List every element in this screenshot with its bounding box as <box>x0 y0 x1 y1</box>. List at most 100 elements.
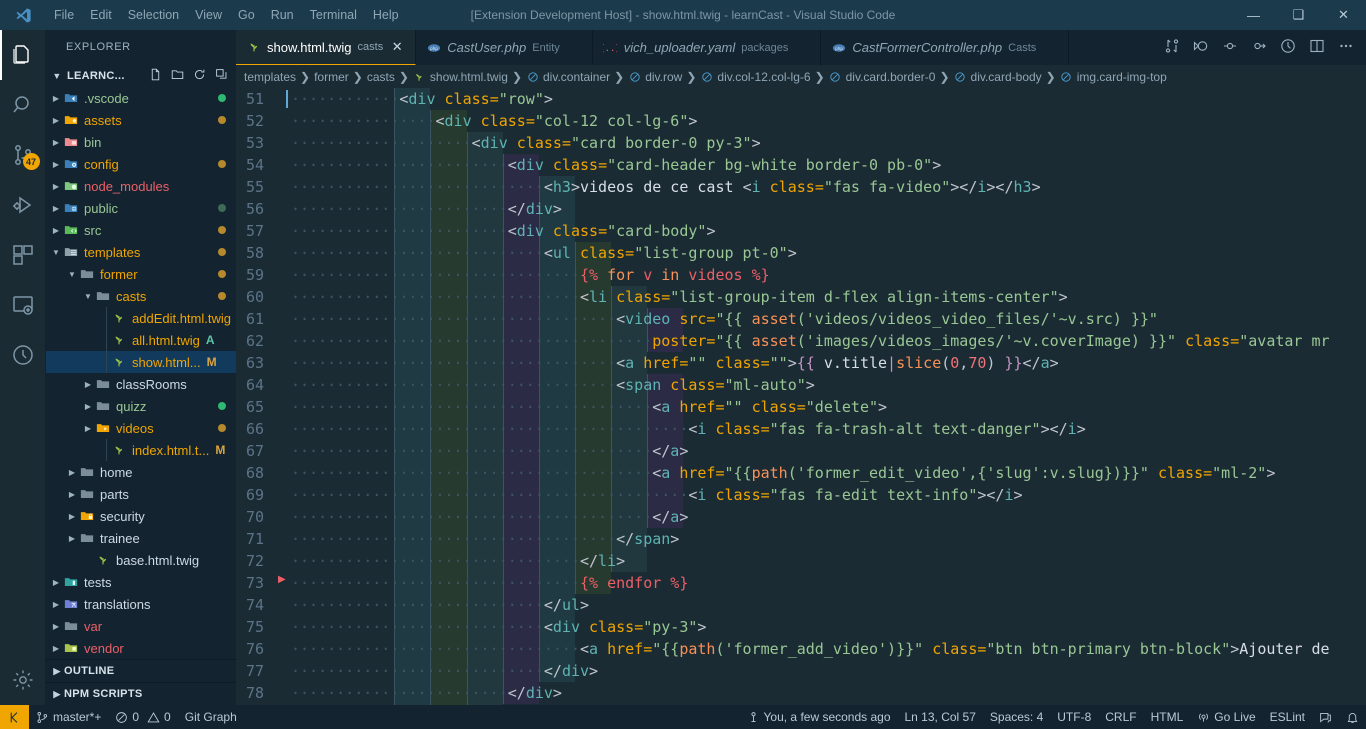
new-folder-icon[interactable] <box>171 68 184 84</box>
tree-item-trainee[interactable]: ▶ trainee <box>46 527 236 549</box>
breadcrumb-item-div-container[interactable]: div.container <box>526 70 610 84</box>
code-line[interactable]: 64 ····································<s… <box>236 374 1366 396</box>
menu-bar[interactable]: File Edit Selection View Go Run Terminal… <box>46 0 407 30</box>
remote-indicator[interactable] <box>0 705 29 729</box>
code-line[interactable]: 53 ····················<div class="card b… <box>236 132 1366 154</box>
menu-selection[interactable]: Selection <box>120 0 187 30</box>
tree-item-classrooms[interactable]: ▶ classRooms <box>46 373 236 395</box>
cursor-position[interactable]: Ln 13, Col 57 <box>898 705 983 729</box>
breadcrumb-item-former[interactable]: former <box>314 70 349 84</box>
editor-toolbar[interactable] <box>1152 30 1366 65</box>
code-line[interactable]: 78 ························</div> <box>236 682 1366 704</box>
activity-test-icon[interactable] <box>0 330 46 380</box>
code-line[interactable]: 65 ······································… <box>236 396 1366 418</box>
code-line[interactable]: 61 ····································<v… <box>236 308 1366 330</box>
explorer-project-header[interactable]: ▼ LEARNC... <box>46 65 236 87</box>
code-content[interactable]: 51 ············<div class="row"> 52 ·······… <box>236 88 1366 705</box>
tree-item-bin[interactable]: ▶ bin <box>46 131 236 153</box>
breadcrumb-item-div-card-body[interactable]: div.card-body <box>954 70 1042 84</box>
activity-run-debug-icon[interactable] <box>0 180 46 230</box>
refresh-icon[interactable] <box>193 68 206 84</box>
tree-item-assets[interactable]: ▶ assets <box>46 109 236 131</box>
tree-item-config[interactable]: ▶ config <box>46 153 236 175</box>
tree-item-casts[interactable]: ▼ casts <box>46 285 236 307</box>
activity-source-control-icon[interactable]: 47 <box>0 130 46 180</box>
activity-explorer-icon[interactable] <box>0 30 46 80</box>
code-line[interactable]: 52 ················<div class="col-12 col… <box>236 110 1366 132</box>
tree-item-home[interactable]: ▶ home <box>46 461 236 483</box>
code-line[interactable]: 66 ······································… <box>236 418 1366 440</box>
language-mode[interactable]: HTML <box>1144 705 1191 729</box>
activity-settings-gear-icon[interactable] <box>0 655 46 705</box>
code-line[interactable]: 63 ····································<a… <box>236 352 1366 374</box>
tree-item-vendor[interactable]: ▶ vendor <box>46 637 236 659</box>
go-live-button[interactable]: Go Live <box>1190 705 1262 729</box>
split-editor-icon[interactable] <box>1309 38 1325 57</box>
breadcrumb-item-show-html-twig[interactable]: show.html.twig <box>413 70 508 84</box>
branch-indicator[interactable]: master*+ <box>29 705 108 729</box>
next-change-icon[interactable] <box>1251 38 1267 57</box>
code-line[interactable]: 72 ································</li> <box>236 550 1366 572</box>
maximize-button[interactable]: ❑ <box>1276 0 1321 30</box>
collapse-all-icon[interactable] <box>215 68 228 84</box>
code-line[interactable]: 79 ····················</div> <box>236 704 1366 705</box>
tree-item-parts[interactable]: ▶ parts <box>46 483 236 505</box>
code-line[interactable]: 71 ····································</… <box>236 528 1366 550</box>
git-graph-button[interactable]: Git Graph <box>178 705 244 729</box>
tree-item-former[interactable]: ▼ former <box>46 263 236 285</box>
breadcrumb-item-img-card-img-top[interactable]: img.card-img-top <box>1060 70 1167 84</box>
activity-search-icon[interactable] <box>0 80 46 130</box>
code-line[interactable]: 55 ····························<h3>videos… <box>236 176 1366 198</box>
code-line[interactable]: 58 ····························<ul class=… <box>236 242 1366 264</box>
editor-tab-castuser-php[interactable]: php CastUser.php Entity <box>416 30 593 65</box>
tree-item--vscode[interactable]: ▶ .vscode <box>46 87 236 109</box>
code-line[interactable]: 54 ························<div class="ca… <box>236 154 1366 176</box>
editor-tabs[interactable]: show.html.twig casts ✕ php CastUser.php Entit… <box>236 30 1070 65</box>
tree-item-index-html-t[interactable]: index.html.t... M <box>46 439 236 461</box>
code-line[interactable]: 69 ······································… <box>236 484 1366 506</box>
activity-remote-explorer-icon[interactable] <box>0 280 46 330</box>
eslint-indicator[interactable]: ESLint <box>1263 705 1312 729</box>
editor-tab-vich-uploader-yaml[interactable]: {..} vich_uploader.yaml packages <box>592 30 822 65</box>
tree-item-translations[interactable]: ▶ translations <box>46 593 236 615</box>
menu-file[interactable]: File <box>46 0 82 30</box>
window-controls[interactable]: — ❑ ✕ <box>1231 0 1366 30</box>
code-line[interactable]: 74 ····························</ul> <box>236 594 1366 616</box>
code-editor[interactable]: 51 ············<div class="row"> 52 ·······… <box>236 88 1366 705</box>
tree-item-quizz[interactable]: ▶ quizz <box>46 395 236 417</box>
breadcrumb[interactable]: templates ❯ former ❯ casts ❯ show.html.twig ❯ di… <box>236 65 1366 88</box>
tree-item-node-modules[interactable]: ▶ node_modules <box>46 175 236 197</box>
tree-item-videos[interactable]: ▶ videos <box>46 417 236 439</box>
breadcrumb-item-div-row[interactable]: div.row <box>628 70 682 84</box>
more-actions-icon[interactable] <box>1338 38 1354 57</box>
code-line[interactable]: 68 ······································… <box>236 462 1366 484</box>
code-line[interactable]: 73 ································{% end… <box>236 572 1366 594</box>
problems-indicator[interactable]: 0 0 <box>108 705 177 729</box>
tree-item-security[interactable]: ▶ security <box>46 505 236 527</box>
menu-edit[interactable]: Edit <box>82 0 120 30</box>
bell-icon[interactable] <box>1339 705 1366 729</box>
code-line[interactable]: 60 ································<li cl… <box>236 286 1366 308</box>
code-line[interactable]: 67 ······································… <box>236 440 1366 462</box>
encoding-setting[interactable]: UTF-8 <box>1050 705 1098 729</box>
file-tree[interactable]: ▶ .vscode ▶ assets ▶ bin ▶ config ▶ node_modules ▶… <box>46 87 236 659</box>
code-line[interactable]: 62 ······································… <box>236 330 1366 352</box>
tree-item-base-html-twig[interactable]: base.html.twig <box>46 549 236 571</box>
tree-item-public[interactable]: ▶ public <box>46 197 236 219</box>
git-blame-indicator[interactable]: You, a few seconds ago <box>740 705 898 729</box>
code-line[interactable]: 57 ························<div class="ca… <box>236 220 1366 242</box>
close-button[interactable]: ✕ <box>1321 0 1366 30</box>
activity-extensions-icon[interactable] <box>0 230 46 280</box>
tree-item-src[interactable]: ▶ src <box>46 219 236 241</box>
breadcrumb-item-div-card-border-0[interactable]: div.card.border-0 <box>829 70 935 84</box>
tree-item-all-html-twig[interactable]: all.html.twig A <box>46 329 236 351</box>
tree-item-var[interactable]: ▶ var <box>46 615 236 637</box>
timeline-icon[interactable] <box>1280 38 1296 57</box>
minimize-button[interactable]: — <box>1231 0 1276 30</box>
code-line[interactable]: 51 ············<div class="row"> <box>236 88 1366 110</box>
menu-help[interactable]: Help <box>365 0 407 30</box>
new-file-icon[interactable] <box>149 68 162 84</box>
menu-terminal[interactable]: Terminal <box>302 0 365 30</box>
go-back-icon[interactable] <box>1193 38 1209 57</box>
breadcrumb-item-templates[interactable]: templates <box>244 70 296 84</box>
